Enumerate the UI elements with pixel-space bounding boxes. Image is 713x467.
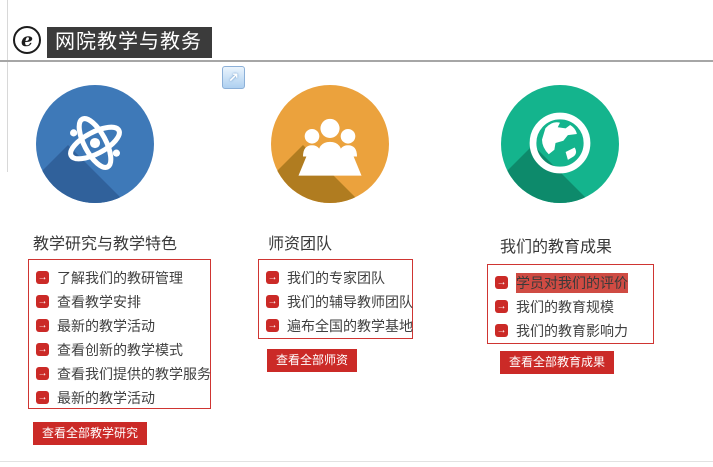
team-icon — [298, 118, 362, 176]
link-item[interactable]: → 了解我们的教研管理 — [36, 266, 210, 289]
link-label: 查看教学安排 — [57, 293, 141, 310]
link-label-highlighted: 学员对我们的评价 — [516, 272, 628, 293]
link-label: 查看创新的教学模式 — [57, 341, 183, 358]
view-all-education-results-button[interactable]: 查看全部教育成果 — [500, 351, 615, 374]
link-label: 了解我们的教研管理 — [57, 269, 183, 286]
link-item[interactable]: → 最新的教学活动 — [36, 386, 210, 409]
link-item[interactable]: → 我们的辅导教师团队 — [266, 290, 413, 313]
link-label: 我们的专家团队 — [287, 269, 385, 286]
link-label: 最新的教学活动 — [57, 389, 155, 406]
bottom-divider — [0, 461, 713, 462]
link-item[interactable]: → 查看教学安排 — [36, 290, 210, 313]
arrow-icon: → — [266, 295, 279, 308]
arrow-icon: → — [36, 391, 49, 404]
link-label: 我们的辅导教师团队 — [287, 293, 413, 310]
expand-window-icon[interactable]: ↗ — [222, 66, 245, 89]
arrow-icon: → — [495, 300, 508, 313]
link-item[interactable]: → 查看创新的教学模式 — [36, 338, 210, 361]
link-label: 查看我们提供的教学服务 — [57, 365, 211, 382]
arrow-icon: → — [36, 295, 49, 308]
arrow-icon: → — [495, 276, 508, 289]
page-title: 网院教学与教务 — [47, 27, 212, 58]
link-item[interactable]: → 查看我们提供的教学服务 — [36, 362, 211, 385]
link-label: 我们的教育规模 — [516, 298, 614, 315]
column-title-faculty-team: 师资团队 — [268, 236, 333, 253]
atom-icon — [68, 116, 122, 170]
link-item[interactable]: → 最新的教学活动 — [36, 314, 210, 337]
link-item[interactable]: → 学员对我们的评价 — [495, 271, 653, 294]
link-label: 最新的教学活动 — [57, 317, 155, 334]
arrow-icon: → — [36, 319, 49, 332]
link-item[interactable]: → 我们的专家团队 — [266, 266, 412, 289]
teaching-research-circle — [36, 85, 154, 203]
panel-edge-line — [7, 0, 8, 172]
column-title-teaching-research: 教学研究与教学特色 — [33, 236, 178, 253]
globe-icon — [529, 112, 591, 174]
arrow-icon: → — [266, 319, 279, 332]
faculty-team-link-box: → 我们的专家团队 → 我们的辅导教师团队 → 遍布全国的教学基地 — [258, 259, 413, 339]
arrow-icon: → — [266, 271, 279, 284]
arrow-icon: → — [495, 324, 508, 337]
link-item[interactable]: → 我们的教育影响力 — [495, 319, 653, 342]
column-title-education-results: 我们的教育成果 — [500, 239, 613, 256]
link-label: 遍布全国的教学基地 — [287, 317, 413, 334]
link-label: 我们的教育影响力 — [516, 322, 628, 339]
view-all-faculty-button[interactable]: 查看全部师资 — [267, 349, 358, 372]
arrow-icon: → — [36, 343, 49, 356]
faculty-team-circle — [271, 85, 389, 203]
view-all-teaching-research-button[interactable]: 查看全部教学研究 — [33, 422, 148, 445]
teaching-research-link-box: → 了解我们的教研管理 → 查看教学安排 → 最新的教学活动 → 查看创新的教学… — [28, 259, 211, 409]
link-item[interactable]: → 我们的教育规模 — [495, 295, 653, 318]
link-item[interactable]: → 遍布全国的教学基地 — [266, 314, 413, 337]
arrow-icon: → — [36, 271, 49, 284]
education-results-circle — [501, 85, 619, 203]
browser-e-logo-icon: e — [13, 26, 41, 54]
arrow-icon: → — [36, 367, 49, 380]
education-results-link-box: → 学员对我们的评价 → 我们的教育规模 → 我们的教育影响力 — [487, 264, 654, 344]
header-divider — [0, 60, 713, 62]
